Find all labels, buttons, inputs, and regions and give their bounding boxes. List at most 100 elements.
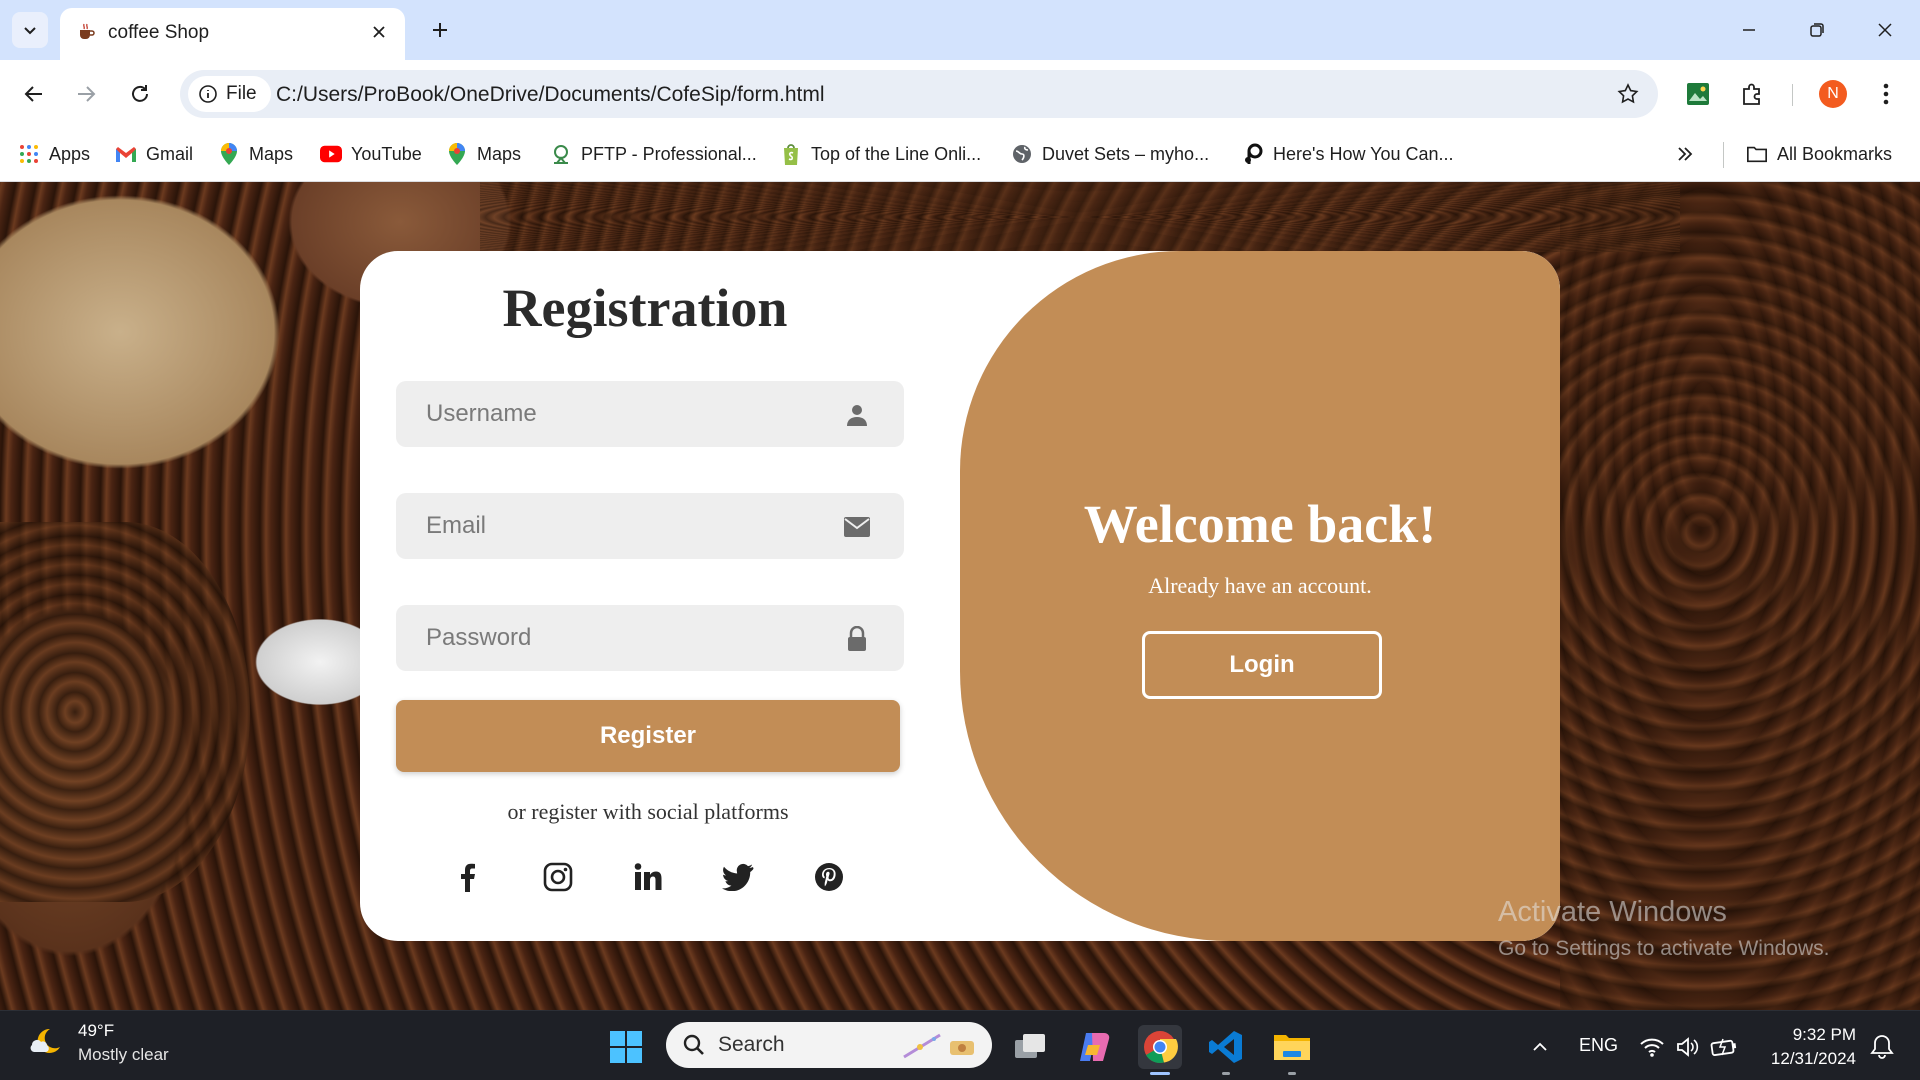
welcome-heading: Welcome back!: [1083, 494, 1437, 554]
url-text[interactable]: C:/Users/ProBook/OneDrive/Documents/Cofe…: [276, 83, 825, 107]
coffee-cup-icon: [80, 23, 95, 39]
bookmark-pftp[interactable]: PFTP - Professional...: [550, 140, 757, 168]
kebab-menu-icon: [1883, 83, 1889, 105]
show-hidden-icons-button[interactable]: [1518, 1025, 1562, 1069]
tab-search-button[interactable]: [12, 12, 48, 48]
p-logo-icon: [1242, 143, 1264, 165]
bookmarks-divider: [1723, 142, 1724, 168]
forward-button[interactable]: [66, 74, 106, 114]
user-icon: [844, 402, 870, 428]
image-extension-icon: [1687, 83, 1709, 105]
bookmark-maps[interactable]: Maps: [218, 140, 293, 168]
chrome-taskbar-button[interactable]: [1138, 1025, 1182, 1075]
close-icon: [373, 26, 385, 38]
reload-button[interactable]: [120, 74, 160, 114]
maps-pin-icon: [218, 143, 240, 165]
email-input[interactable]: [396, 493, 904, 559]
restore-icon: [1810, 23, 1824, 37]
weather-widget[interactable]: 49°F Mostly clear: [26, 1021, 169, 1065]
bookmark-top-of-the-line[interactable]: Top of the Line Onli...: [780, 140, 981, 168]
menu-button[interactable]: [1868, 76, 1904, 112]
folder-icon: [1274, 1035, 1310, 1060]
watermark-line-2: Go to Settings to activate Windows.: [1498, 937, 1830, 960]
extensions-button[interactable]: [1734, 76, 1770, 112]
puzzle-icon: [1743, 83, 1760, 105]
facebook-link[interactable]: [449, 859, 485, 895]
arrow-left-icon: [24, 86, 42, 102]
tab-strip: coffee Shop: [0, 0, 1920, 60]
task-view-button[interactable]: [1008, 1025, 1052, 1069]
new-tab-button[interactable]: [422, 12, 458, 48]
close-window-button[interactable]: [1860, 10, 1910, 50]
username-field[interactable]: [396, 381, 904, 447]
taskbar-clock[interactable]: 9:32 PM 12/31/2024: [1771, 1023, 1856, 1071]
apps-grid-icon: [18, 143, 40, 165]
bookmark-label: Gmail: [146, 143, 194, 164]
notifications-button[interactable]: [1860, 1025, 1904, 1069]
chevron-down-icon: [24, 27, 36, 35]
search-highlight-icon: [903, 1033, 974, 1059]
moon-cloud-icon: [30, 1028, 60, 1053]
battery-button[interactable]: [1702, 1025, 1746, 1069]
weather-condition: Mostly clear: [78, 1045, 169, 1064]
linkedin-link[interactable]: [630, 859, 666, 895]
site-info-chip[interactable]: File: [188, 76, 271, 112]
language-indicator[interactable]: ENG: [1579, 1035, 1618, 1056]
copilot-button[interactable]: [1072, 1025, 1116, 1069]
gmail-icon: [115, 143, 137, 165]
bookmark-label: YouTube: [351, 143, 422, 164]
instagram-link[interactable]: [540, 859, 576, 895]
email-field[interactable]: [396, 493, 904, 559]
taskbar-search[interactable]: Search: [666, 1022, 992, 1068]
bookmark-label: Apps: [49, 143, 91, 164]
register-button[interactable]: Register: [396, 700, 900, 772]
youtube-icon: [320, 143, 342, 165]
facebook-icon: [461, 863, 475, 892]
bookmark-apps[interactable]: Apps: [18, 140, 90, 168]
file-explorer-button[interactable]: [1270, 1025, 1314, 1075]
restore-button[interactable]: [1792, 10, 1842, 50]
start-button[interactable]: [604, 1025, 648, 1069]
shopify-bag-icon: [780, 143, 802, 165]
battery-icon: [1710, 1038, 1737, 1056]
username-input[interactable]: [396, 381, 904, 447]
reload-icon: [132, 85, 148, 102]
address-bar[interactable]: File C:/Users/ProBook/OneDrive/Documents…: [180, 70, 1658, 118]
double-chevron-right-icon: [1678, 147, 1693, 161]
running-app-indicator: [1222, 1072, 1230, 1075]
password-field[interactable]: [396, 605, 904, 671]
tab-title: coffee Shop: [108, 22, 210, 43]
bookmark-duvet-sets[interactable]: Duvet Sets – myho...: [1011, 140, 1209, 168]
profile-button[interactable]: N: [1815, 76, 1851, 112]
wifi-icon: [1640, 1038, 1664, 1057]
minimize-button[interactable]: [1724, 10, 1774, 50]
vscode-taskbar-button[interactable]: [1204, 1025, 1248, 1075]
close-tab-button[interactable]: [367, 20, 391, 44]
maps-pin-icon: [446, 143, 468, 165]
bookmark-heres-how[interactable]: Here's How You Can...: [1242, 140, 1454, 168]
clock-date: 12/31/2024: [1770, 1049, 1856, 1068]
back-button[interactable]: [14, 74, 54, 114]
speaker-icon: [1677, 1037, 1699, 1057]
browser-toolbar: File C:/Users/ProBook/OneDrive/Documents…: [0, 60, 1920, 128]
close-icon: [1878, 23, 1892, 37]
all-bookmarks-button[interactable]: All Bookmarks: [1746, 140, 1892, 168]
bookmark-label: Maps: [249, 143, 294, 164]
active-tab[interactable]: coffee Shop: [60, 8, 405, 60]
bookmark-gmail[interactable]: Gmail: [115, 140, 193, 168]
instagram-icon: [543, 862, 573, 892]
folder-icon: [1746, 143, 1768, 165]
bookmark-maps-2[interactable]: Maps: [446, 140, 521, 168]
chevron-up-icon: [1533, 1042, 1547, 1051]
twitter-link[interactable]: [720, 859, 756, 895]
weather-temperature: 49°F: [78, 1021, 115, 1040]
bookmark-star-button[interactable]: [1614, 80, 1642, 108]
active-app-indicator: [1150, 1072, 1170, 1075]
bookmark-label: PFTP - Professional...: [581, 143, 757, 164]
password-input[interactable]: [396, 605, 904, 671]
bookmark-youtube[interactable]: YouTube: [320, 140, 422, 168]
login-button[interactable]: Login: [1142, 631, 1382, 699]
pinterest-link[interactable]: [811, 859, 847, 895]
extension-image-button[interactable]: [1680, 76, 1716, 112]
bookmarks-overflow-button[interactable]: [1676, 140, 1694, 168]
